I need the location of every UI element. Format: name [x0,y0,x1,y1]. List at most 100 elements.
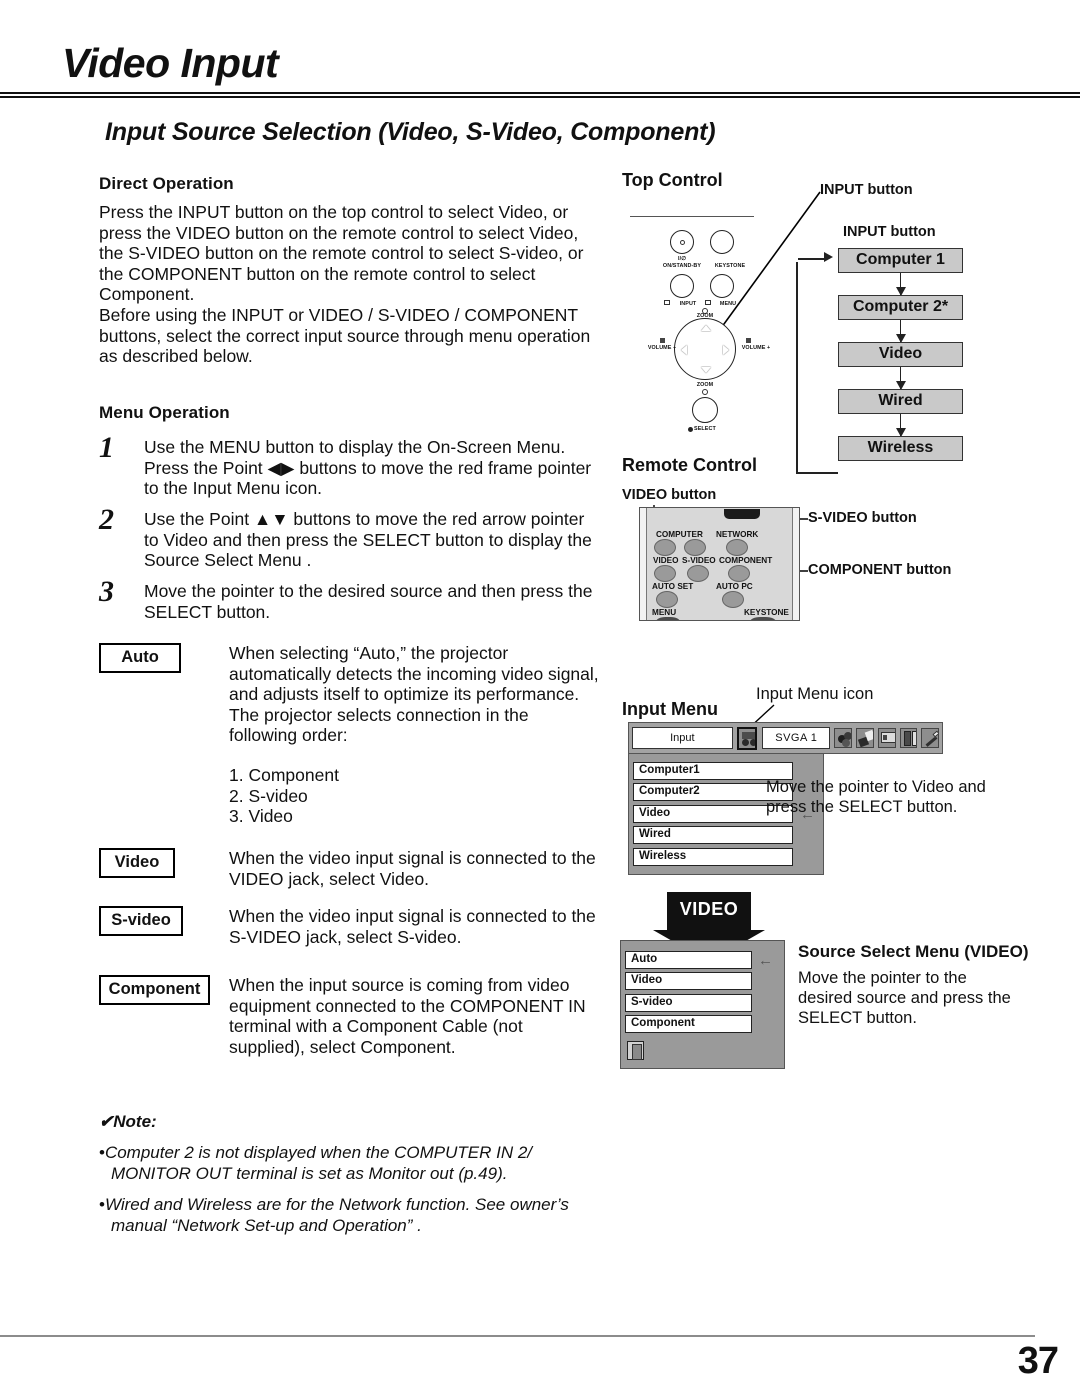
remote-control-illustration: COMPUTER NETWORK VIDEO S-VIDEO COMPONENT… [639,507,800,621]
network-label: NETWORK [716,530,759,539]
direct-operation-paragraph: Press the INPUT button on the top contro… [99,202,591,367]
note-item-text: Wired and Wireless are for the Network f… [104,1195,569,1235]
keystone-label: KEYSTONE [714,263,746,269]
definition-description: When the input source is coming from vid… [229,975,586,1057]
osd-list-item[interactable]: Wireless [633,847,793,866]
volume-up-icon [746,338,751,343]
input-source-flow-chart: Computer 1 Computer 2* Video Wired Wirel… [830,248,970,461]
flow-arrow [896,273,906,296]
input-menu-icon[interactable] [736,726,758,750]
select-button [692,397,718,423]
flow-loop-bottom [796,472,838,474]
component-label: COMPONENT [719,556,773,565]
osd-list-item[interactable]: Component [625,1015,752,1033]
callout-input-button-flow: INPUT button [843,224,936,240]
checkmark-icon: ✔ [99,1112,114,1131]
flow-loop-top [798,258,826,260]
osd-item-label: Auto [631,952,658,965]
osd-list-item[interactable]: Wired [633,826,793,844]
definition-row-svideo: S-video When the video input signal is c… [99,906,599,947]
top-control-illustration: I/∅ ON/STAND-BY KEYSTONE INPUT MENU ZOOM… [630,216,776,432]
source-select-instruction: Move the pointer to the desired source a… [798,969,1011,1027]
information-icon[interactable] [921,728,939,748]
definition-row-component: Component When the input source is comin… [99,975,599,1057]
menu-label: MENU [652,608,677,617]
step-number: 3 [99,575,114,608]
header-divider [0,92,1080,98]
note-block: ✔Note: •Computer 2 is not displayed when… [99,1112,599,1236]
note-item: •Wired and Wireless are for the Network … [99,1194,599,1236]
point-down-icon [701,367,711,373]
source-select-osd: Auto ← Video S-video Component [620,940,785,1069]
menu-step: 1 Use the MENU button to display the On-… [99,431,599,499]
flow-box-wired: Wired [838,389,963,414]
setting-icon[interactable] [899,728,918,748]
screen-icon[interactable] [877,728,896,748]
osd-list-item[interactable]: Video [625,972,752,990]
definition-tag: Video [99,848,175,878]
source-select-heading: Source Select Menu (VIDEO) [798,942,1029,961]
flow-box-computer1: Computer 1 [838,248,963,273]
step-number: 1 [99,431,114,464]
pointer-arrow-icon: ← [758,951,773,969]
osd-list-item[interactable]: S-video [625,993,752,1012]
component-button [728,565,750,582]
osd-title-field: Input [632,727,733,749]
flow-box-wireless: Wireless [838,436,963,461]
video-arrow-label: VIDEO [667,892,751,930]
color-adjust-icon[interactable] [834,728,853,748]
section-title: Input Source Selection (Video, S-Video, … [105,118,716,146]
keystone-button [710,230,734,254]
volume-up-label: VOLUME + [741,345,771,351]
definition-description: When the video input signal is connected… [229,906,596,947]
callout-video-button: VIDEO button [622,487,717,503]
osd-item-label: Video [639,806,671,819]
note-item-text: Computer 2 is not displayed when the COM… [104,1143,533,1183]
menu-button [710,274,734,298]
osd-item-label: Wireless [639,849,687,862]
step-text: Use the Point ▲▼ buttons to move the red… [144,509,592,571]
osd-list-item[interactable]: Auto ← [625,950,773,969]
step-text: Use the MENU button to display the On-Sc… [144,437,592,499]
keystone-button-remote [750,617,776,620]
remote-right-edge [792,508,799,620]
menu-icon [705,300,711,305]
osd-item-label: Computer2 [639,785,700,797]
flow-box-computer2: Computer 2* [838,295,963,320]
input-menu-icon-callout: Input Menu icon [756,685,874,703]
select-icon [688,427,693,432]
input-button [670,274,694,298]
volume-down-label: VOLUME – [647,345,677,351]
osd-item-label: S-video [631,995,673,1008]
definition-description: When the video input signal is connected… [229,848,596,889]
input-label: INPUT [679,301,697,307]
point-up-icon [701,325,711,331]
note-item: •Computer 2 is not displayed when the CO… [99,1142,599,1184]
step-text: Move the pointer to the desired source a… [144,581,593,622]
menu-operation-heading: Menu Operation [99,403,230,422]
osd-item-label: Computer1 [639,763,700,776]
network-button [726,539,748,556]
menu-step: 2 Use the Point ▲▼ buttons to move the r… [99,503,599,571]
image-adjust-icon[interactable] [856,728,874,748]
auto-set-label: AUTO SET [652,582,694,591]
svideo-label: S-VIDEO [682,556,716,565]
volume-down-icon [660,338,665,343]
computer2-button [684,539,706,556]
flow-arrow [896,367,906,390]
remote-control-heading: Remote Control [622,455,757,475]
direct-operation-heading: Direct Operation [99,174,234,193]
computer-label: COMPUTER [656,530,703,539]
auto-set-button [656,591,678,608]
power-label: ON/STAND-BY [662,263,702,269]
power-label-symbol: I/∅ [678,256,686,262]
input-menu-instruction: Move the pointer to Video and press the … [766,778,986,816]
point-right-icon [723,345,729,355]
keystone-label: KEYSTONE [744,608,789,617]
auto-detection-order: 1. Component 2. S-video 3. Video [229,764,339,827]
page-number: 37 [1017,1340,1059,1382]
exit-icon[interactable] [627,1041,644,1060]
menu-step: 3 Move the pointer to the desired source… [99,575,599,622]
zoom-out-icon [702,389,708,395]
flow-loop-line [796,262,798,474]
